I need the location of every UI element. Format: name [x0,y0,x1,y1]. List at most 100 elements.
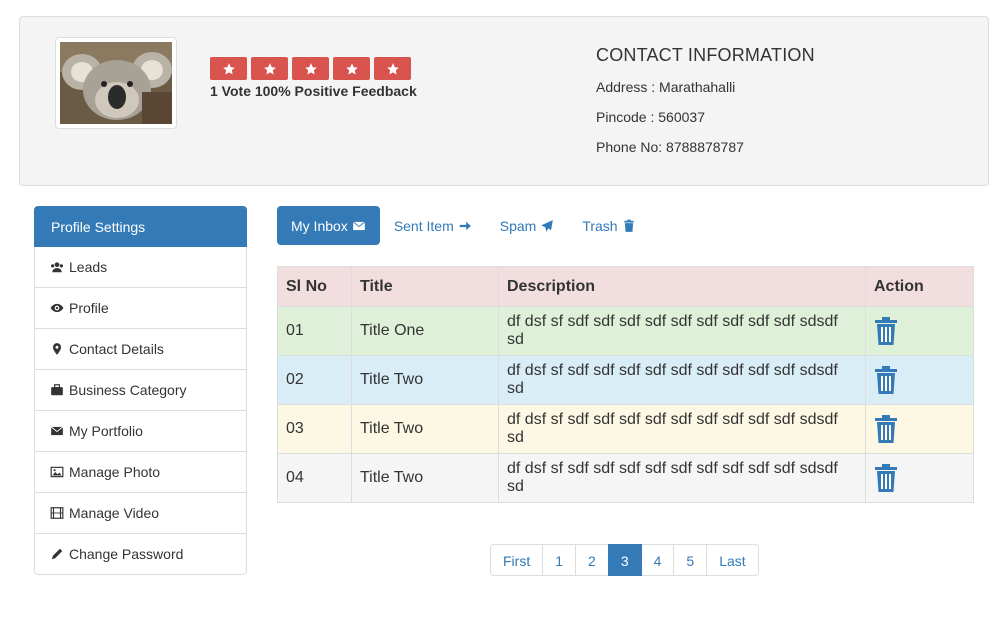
cell-action [865,306,974,356]
envelope-icon [352,221,365,230]
sidebar-item-label: My Portfolio [69,423,143,439]
sidebar-item-label: Profile [69,300,109,316]
cell-action [865,404,974,454]
page-4[interactable]: 4 [640,544,675,576]
table-row: 04 Title Two df dsf sf sdf sdf sdf sdf s… [277,453,974,503]
sidebar-item-label: Leads [69,259,108,275]
cell-sl-no: 03 [277,404,352,454]
page-last[interactable]: Last [706,544,759,576]
tab-sent-item[interactable]: Sent Item [380,206,486,245]
tab-my-inbox[interactable]: My Inbox [277,206,380,245]
trash-icon [623,219,634,232]
page-2[interactable]: 2 [575,544,609,576]
page-5[interactable]: 5 [673,544,708,576]
sidebar-item-manage-video[interactable]: Manage Video [34,493,247,534]
cell-description: df dsf sf sdf sdf sdf sdf sdf sdf sdf sd… [498,404,866,454]
cell-title: Title Two [351,453,499,503]
trash-icon [875,415,897,443]
profile-sidebar: Profile Settings Leads Profile Contact D… [34,206,247,575]
tab-label: Sent Item [393,217,454,234]
cell-action [865,355,974,405]
sidebar-item-label: Business Category [69,382,187,398]
sidebar-item-contact-details[interactable]: Contact Details [34,329,247,370]
delete-button[interactable] [874,464,965,492]
sidebar-item-leads[interactable]: Leads [34,247,247,288]
feedback-text: 1 Vote 100% Positive Feedback [210,83,417,99]
profile-header-panel: 1 Vote 100% Positive Feedback CONTACT IN… [19,16,989,186]
star-icon [345,62,358,75]
pencil-icon [51,548,63,560]
tab-trash[interactable]: Trash [568,206,649,245]
delete-button[interactable] [874,366,965,394]
sidebar-item-manage-photo[interactable]: Manage Photo [34,452,247,493]
table-row: 01 Title One df dsf sf sdf sdf sdf sdf s… [277,306,974,356]
star-badge [374,57,411,80]
film-icon [50,507,64,519]
star-badge [333,57,370,80]
contact-phone: Phone No: 8788878787 [596,139,744,155]
sidebar-item-label: Manage Video [69,505,160,521]
mail-tabs: My Inbox Sent Item Spam Trash [277,206,650,245]
cell-title: Title Two [351,404,499,454]
picture-icon [50,466,64,478]
eye-icon [50,303,64,313]
sidebar-item-label: Change Password [69,546,184,562]
table-row: 02 Title Two df dsf sf sdf sdf sdf sdf s… [277,355,974,405]
contact-pincode: Pincode : 560037 [596,109,705,125]
inbox-table: Sl No Title Description Action 01 Title … [277,266,974,503]
delete-button[interactable] [874,317,965,345]
sidebar-header: Profile Settings [34,206,247,247]
arrow-right-icon [459,221,471,230]
table-header-row: Sl No Title Description Action [277,266,974,307]
cell-description: df dsf sf sdf sdf sdf sdf sdf sdf sdf sd… [498,355,866,405]
column-header-title: Title [351,266,499,307]
koala-photo [60,42,172,124]
table-row: 03 Title Two df dsf sf sdf sdf sdf sdf s… [277,404,974,454]
trash-icon [875,464,897,492]
contact-title: CONTACT INFORMATION [596,45,815,65]
cell-sl-no: 04 [277,453,352,503]
sidebar-item-profile[interactable]: Profile [34,288,247,329]
column-header-sl-no: Sl No [277,266,352,307]
pagination: First 1 2 3 4 5 Last [490,544,759,576]
cell-title: Title Two [351,355,499,405]
tab-label: Spam [499,217,537,234]
contact-information: CONTACT INFORMATION Address : Marathahal… [596,45,815,168]
rating-stars [210,57,411,80]
column-header-description: Description [498,266,866,307]
delete-button[interactable] [874,415,965,443]
star-badge [292,57,329,80]
cell-sl-no: 01 [277,306,352,356]
cell-description: df dsf sf sdf sdf sdf sdf sdf sdf sdf sd… [498,306,866,356]
star-badge [210,57,247,80]
tab-label: Trash [582,217,618,234]
send-icon [541,219,554,232]
cell-title: Title One [351,306,499,356]
column-header-action: Action [865,266,974,307]
page-first[interactable]: First [490,544,544,576]
trash-icon [875,317,897,345]
cell-action [865,453,974,503]
tab-label: My Inbox [291,217,348,234]
sidebar-item-label: Manage Photo [69,464,161,480]
avatar [55,37,177,129]
users-icon [50,262,64,273]
page-1[interactable]: 1 [542,544,577,576]
sidebar-item-business-category[interactable]: Business Category [34,370,247,411]
cell-sl-no: 02 [277,355,352,405]
star-badge [251,57,288,80]
briefcase-icon [51,384,63,396]
star-icon [222,62,235,75]
sidebar-item-change-password[interactable]: Change Password [34,534,247,575]
sidebar-item-label: Contact Details [69,341,164,357]
tab-spam[interactable]: Spam [486,206,569,245]
cell-description: df dsf sf sdf sdf sdf sdf sdf sdf sdf sd… [498,453,866,503]
sidebar-item-my-portfolio[interactable]: My Portfolio [34,411,247,452]
map-marker-icon [52,343,62,355]
contact-address: Address : Marathahalli [596,79,736,95]
star-icon [263,62,276,75]
star-icon [304,62,317,75]
page-3-active[interactable]: 3 [607,544,642,576]
envelope-icon [50,426,64,436]
star-icon [386,62,399,75]
